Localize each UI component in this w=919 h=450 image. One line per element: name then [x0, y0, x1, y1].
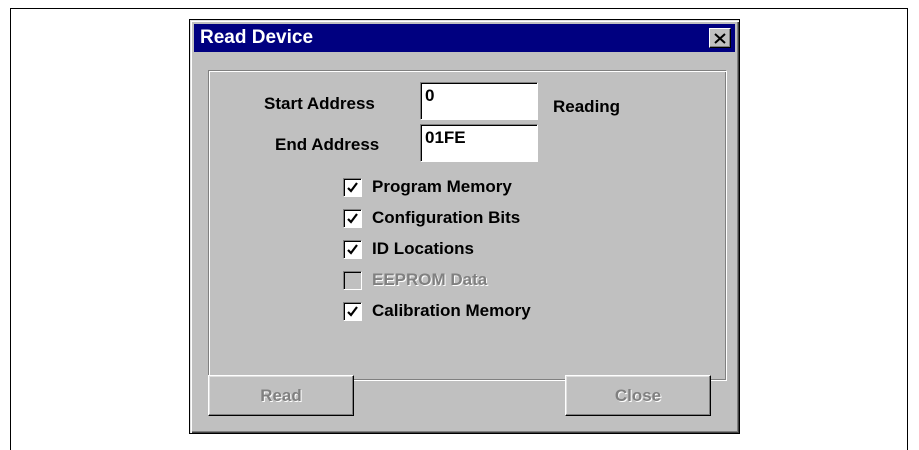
- checkbox-box[interactable]: [343, 302, 362, 321]
- read-button[interactable]: Read: [208, 375, 354, 416]
- checkmark-icon: [347, 213, 358, 224]
- title-bar[interactable]: Read Device: [194, 24, 735, 52]
- checkbox-box[interactable]: [343, 178, 362, 197]
- close-window-button[interactable]: [709, 28, 731, 48]
- checkmark-icon: [347, 244, 358, 255]
- checkbox-label: ID Locations: [372, 239, 475, 258]
- checkbox-box[interactable]: [343, 240, 362, 259]
- start-address-input[interactable]: 0: [420, 82, 538, 120]
- checkbox-program-memory[interactable]: Program Memory: [343, 177, 643, 197]
- dialog-title: Read Device: [200, 27, 314, 48]
- checkbox-box[interactable]: [343, 209, 362, 228]
- checkmark-icon: [347, 182, 358, 193]
- checkbox-label: Calibration Memory: [372, 301, 531, 320]
- checkbox-configuration-bits[interactable]: Configuration Bits: [343, 208, 643, 228]
- checkbox-eeprom-data: EEPROM Data: [343, 270, 643, 290]
- checkbox-label: EEPROM Data: [372, 270, 488, 289]
- reading-status-text: Reading: [553, 97, 621, 116]
- checkmark-icon: [347, 306, 358, 317]
- checkbox-label: Program Memory: [372, 177, 512, 196]
- read-device-dialog: Read Device Start Address 0 Reading End …: [189, 19, 740, 434]
- end-address-input[interactable]: 01FE: [420, 124, 538, 162]
- close-button[interactable]: Close: [565, 375, 711, 416]
- checkbox-label: Configuration Bits: [372, 208, 521, 227]
- checkbox-box: [343, 271, 362, 290]
- checkbox-id-locations[interactable]: ID Locations: [343, 239, 643, 259]
- end-address-label: End Address: [275, 135, 380, 154]
- checkbox-calibration-memory[interactable]: Calibration Memory: [343, 301, 643, 321]
- close-x-icon: [714, 32, 726, 44]
- start-address-label: Start Address: [264, 94, 375, 113]
